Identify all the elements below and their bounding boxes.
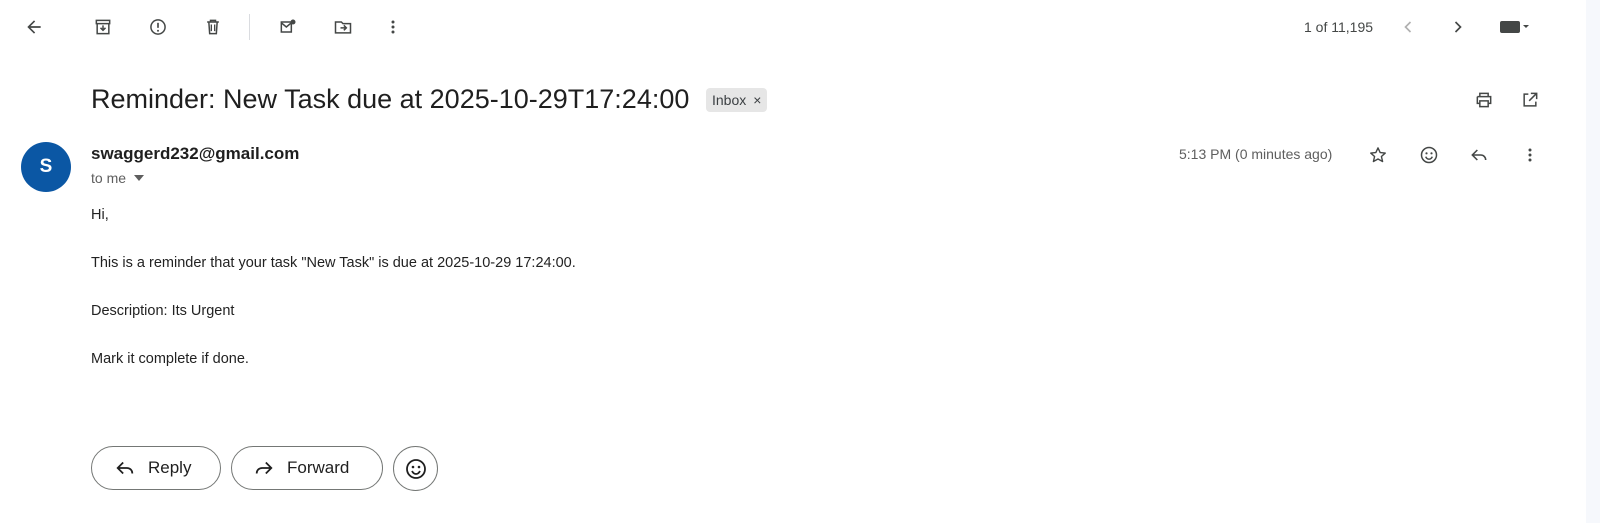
sender-avatar[interactable]: S: [21, 142, 71, 192]
chevron-left-icon[interactable]: [1388, 7, 1428, 47]
pagination-count: 1 of 11,195: [1304, 19, 1374, 35]
archive-icon[interactable]: [83, 7, 123, 47]
message-toolbar: 1 of 11,195: [0, 0, 1586, 54]
message-subject: Reminder: New Task due at 2025-10-29T17:…: [91, 84, 690, 114]
trash-icon[interactable]: [193, 7, 233, 47]
message-time: 5:13 PM (0 minutes ago): [1179, 146, 1333, 162]
keyboard-icon[interactable]: [1486, 7, 1542, 47]
sender-email[interactable]: swaggerd232@gmail.com: [91, 144, 299, 164]
message-more-icon[interactable]: [1510, 135, 1550, 175]
chevron-right-icon[interactable]: [1438, 7, 1478, 47]
message-body: Hi, This is a reminder that your task "N…: [91, 206, 576, 398]
print-icon[interactable]: [1464, 80, 1504, 120]
body-line: Hi,: [91, 207, 109, 223]
reply-icon[interactable]: [1459, 135, 1499, 175]
body-line: Description: Its Urgent: [91, 303, 235, 319]
body-line: This is a reminder that your task "New T…: [91, 255, 576, 271]
reply-icon: [116, 461, 134, 475]
report-spam-icon[interactable]: [138, 7, 178, 47]
arrow-back-icon[interactable]: [14, 7, 54, 47]
label-text: Inbox: [712, 92, 747, 108]
forward-button[interactable]: Forward: [231, 446, 383, 490]
move-to-icon[interactable]: [323, 7, 363, 47]
body-line: Mark it complete if done.: [91, 351, 249, 367]
recipient-details[interactable]: to me: [91, 170, 145, 186]
emoji-reaction-button[interactable]: [393, 446, 438, 491]
recipient-text: to me: [91, 170, 127, 186]
smiley-icon: [405, 458, 426, 479]
more-vertical-icon[interactable]: [373, 7, 413, 47]
forward-label: Forward: [287, 458, 350, 477]
message-view: 1 of 11,195 Reminder: New Task due at 20…: [0, 0, 1586, 523]
remove-label-icon[interactable]: ×: [753, 92, 761, 108]
open-in-new-window-icon[interactable]: [1510, 80, 1550, 120]
inbox-label-chip[interactable]: Inbox ×: [706, 88, 768, 112]
caret-down-icon[interactable]: [134, 175, 145, 181]
star-icon[interactable]: [1358, 135, 1398, 175]
reply-label: Reply: [148, 458, 192, 477]
reply-button[interactable]: Reply: [91, 446, 221, 490]
forward-icon: [255, 461, 273, 475]
add-reaction-icon[interactable]: [1409, 135, 1449, 175]
mark-unread-icon[interactable]: [268, 7, 308, 47]
toolbar-divider: [249, 14, 250, 40]
